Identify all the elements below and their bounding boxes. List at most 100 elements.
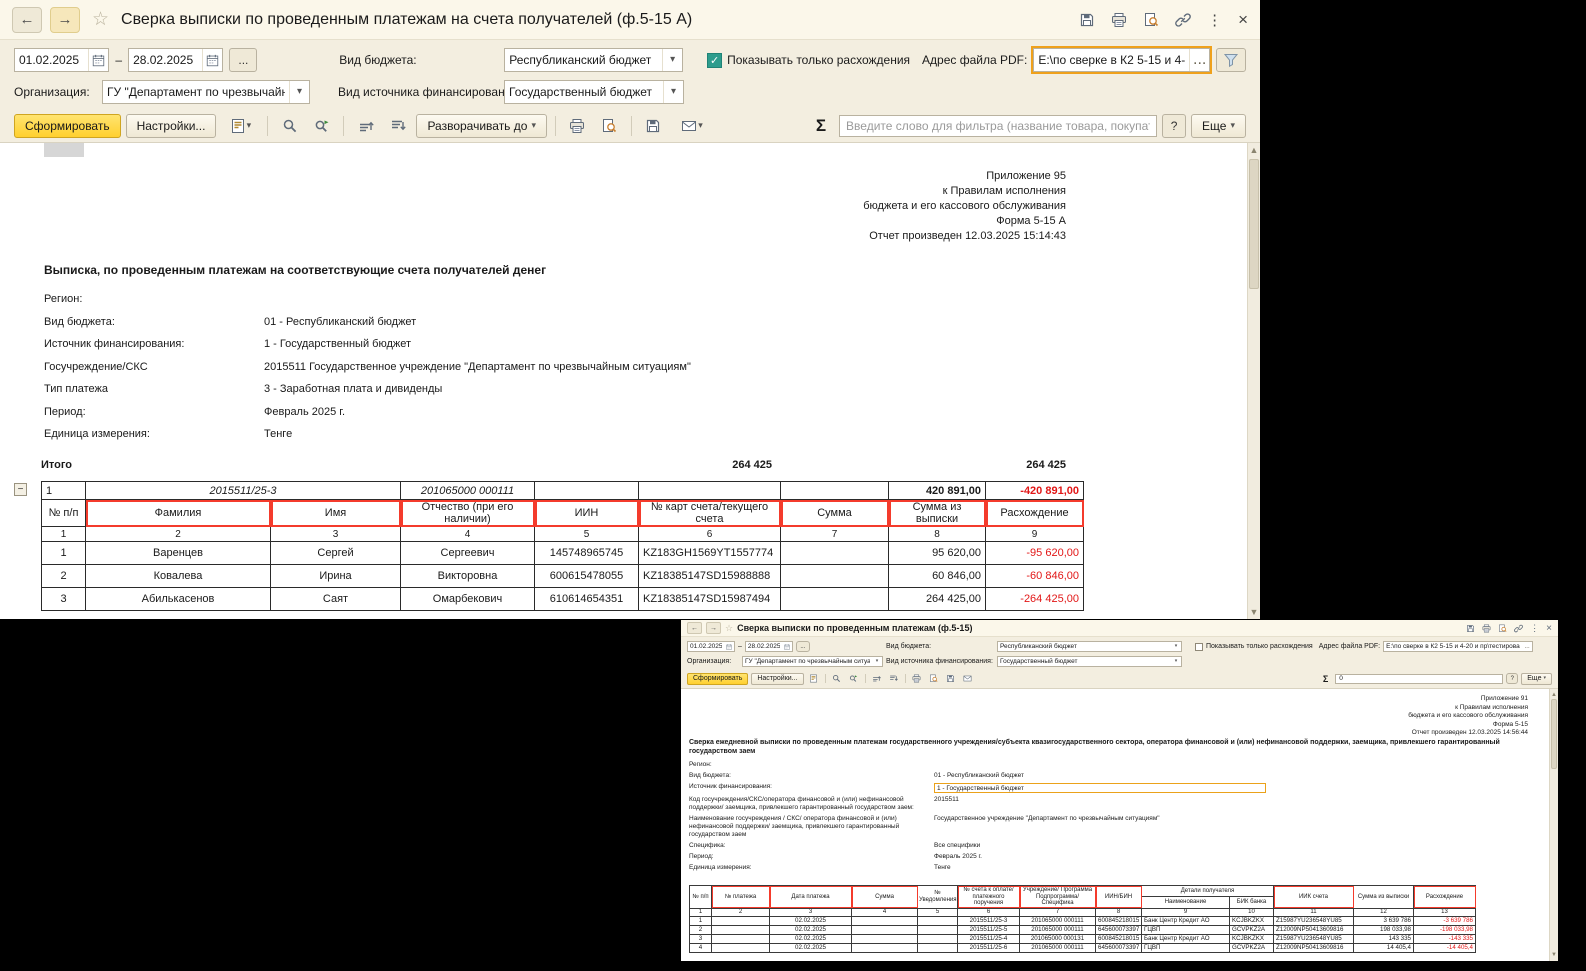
date-to-field[interactable] (745, 641, 793, 652)
close-window-button[interactable]: × (1546, 623, 1552, 634)
preview-button[interactable] (1143, 12, 1159, 28)
pdf-browse-button[interactable]: ... (1522, 642, 1532, 651)
organization-field[interactable]: ▾ (742, 656, 883, 667)
find-next-button[interactable] (308, 114, 335, 138)
generate-button[interactable]: Сформировать (687, 673, 748, 685)
more-button[interactable]: Еще▾ (1191, 114, 1246, 138)
print-report-button[interactable] (564, 114, 591, 138)
chevron-down-icon[interactable]: ▾ (289, 81, 309, 103)
only-differences-checkbox[interactable]: Показывать только расхождения (1195, 643, 1313, 651)
group-row[interactable]: 1 2015511/25-3 201065000 000111 420 891,… (42, 482, 1084, 500)
save-report-button[interactable] (944, 673, 958, 685)
more-button[interactable]: Еще▾ (1521, 673, 1552, 685)
table-row[interactable]: 2КовалеваИринаВикторовна600615478055KZ18… (42, 565, 1084, 588)
save-button[interactable] (1466, 624, 1475, 633)
pdf-browse-button[interactable]: ... (1189, 49, 1209, 71)
generate-button[interactable]: Сформировать (14, 114, 121, 138)
forward-button[interactable]: → (706, 622, 721, 634)
date-from-field[interactable] (687, 641, 735, 652)
date-options-button[interactable]: ... (796, 641, 810, 652)
sort-descending-button[interactable] (384, 114, 411, 138)
filter-funnel-button[interactable] (1216, 48, 1246, 72)
scrollbar-thumb[interactable] (1249, 159, 1259, 289)
pdf-path-field[interactable]: ... (1033, 48, 1210, 72)
date-to-input[interactable] (746, 643, 782, 650)
pdf-path-input[interactable] (1034, 53, 1189, 67)
filter-search-input[interactable] (839, 115, 1157, 137)
favorites-star-icon[interactable]: ☆ (92, 8, 109, 31)
help-button[interactable]: ? (1162, 114, 1186, 138)
send-email-button[interactable]: ▾ (672, 114, 712, 138)
table-row[interactable]: 1ВаренцевСергейСергеевич145748965745KZ18… (42, 542, 1084, 565)
chevron-down-icon[interactable]: ▾ (1171, 642, 1181, 651)
scroll-down-icon[interactable]: ▼ (1248, 608, 1260, 617)
get-link-button[interactable] (1514, 624, 1523, 633)
close-window-button[interactable]: × (1238, 10, 1248, 30)
vertical-scrollbar[interactable]: ▲ ▼ (1549, 689, 1558, 961)
scroll-up-icon[interactable]: ▲ (1248, 146, 1260, 155)
back-button[interactable]: ← (12, 7, 42, 33)
pdf-path-field[interactable]: ... (1383, 641, 1533, 652)
scroll-up-icon[interactable]: ▲ (1550, 692, 1558, 698)
table-row[interactable]: 3АбилькасеновСаятОмарбекович610614654351… (42, 588, 1084, 611)
selected-cell-highlight[interactable]: 1 - Государственный бюджет (934, 783, 1266, 793)
calendar-icon[interactable] (202, 49, 222, 71)
chevron-down-icon[interactable]: ▾ (663, 81, 683, 103)
chevron-down-icon[interactable]: ▾ (662, 49, 682, 71)
date-to-input[interactable] (129, 53, 202, 67)
more-vertical-button[interactable]: ⋮ (1207, 11, 1222, 29)
source-type-field[interactable]: ▾ (504, 80, 684, 104)
organization-input[interactable] (743, 658, 872, 665)
favorites-star-icon[interactable]: ☆ (725, 623, 733, 634)
chevron-down-icon[interactable]: ▾ (872, 657, 882, 666)
collapse-group-button[interactable]: − (14, 483, 27, 496)
sum-result-input[interactable] (1335, 674, 1503, 684)
source-type-input[interactable] (998, 658, 1171, 665)
sort-ascending-button[interactable] (870, 673, 884, 685)
checkbox-unchecked-icon[interactable] (1195, 643, 1203, 651)
send-email-button[interactable] (961, 673, 975, 685)
only-differences-checkbox[interactable]: ✓ Показывать только расхождения (707, 53, 910, 68)
more-vertical-button[interactable]: ⋮ (1530, 623, 1539, 634)
date-to-field[interactable] (128, 48, 223, 72)
sort-ascending-button[interactable] (352, 114, 379, 138)
get-link-button[interactable] (1175, 12, 1191, 28)
back-button[interactable]: ← (687, 622, 702, 634)
table-row[interactable]: 302.02.20252015511/25-4201065000 0001316… (690, 934, 1476, 943)
budget-type-input[interactable] (505, 53, 662, 67)
scroll-down-icon[interactable]: ▼ (1550, 952, 1558, 958)
table-row[interactable]: 202.02.20252015511/25-5201065000 0001116… (690, 925, 1476, 934)
budget-type-input[interactable] (998, 643, 1171, 650)
print-preview-button[interactable] (596, 114, 623, 138)
settings-button[interactable]: Настройки... (751, 673, 803, 685)
save-button[interactable] (1079, 12, 1095, 28)
organization-field[interactable]: ▾ (102, 80, 310, 104)
report-variants-button[interactable] (807, 673, 821, 685)
table-row[interactable]: 402.02.20252015511/25-6201065000 0001116… (690, 943, 1476, 952)
budget-type-field[interactable]: ▾ (997, 641, 1182, 652)
preview-button[interactable] (1498, 624, 1507, 633)
date-from-field[interactable] (14, 48, 109, 72)
help-button[interactable]: ? (1506, 673, 1518, 684)
settings-button[interactable]: Настройки... (126, 114, 217, 138)
sum-sigma-icon[interactable]: Σ (1323, 674, 1328, 684)
calendar-icon[interactable] (782, 642, 792, 651)
report-variants-button[interactable]: ▾ (221, 114, 259, 138)
expand-to-button[interactable]: Разворачивать до▾ (416, 114, 547, 138)
print-button[interactable] (1111, 12, 1127, 28)
sort-descending-button[interactable] (887, 673, 901, 685)
find-button[interactable] (276, 114, 303, 138)
organization-input[interactable] (103, 85, 289, 99)
table-row[interactable]: 102.02.20252015511/25-3201065000 0001116… (690, 916, 1476, 925)
checkbox-checked-icon[interactable]: ✓ (707, 53, 722, 68)
sum-sigma-icon[interactable]: Σ (816, 116, 826, 136)
find-next-button[interactable] (847, 673, 861, 685)
date-from-input[interactable] (688, 643, 724, 650)
print-report-button[interactable] (910, 673, 924, 685)
save-report-button[interactable] (640, 114, 667, 138)
date-from-input[interactable] (15, 53, 88, 67)
date-options-button[interactable]: ... (229, 48, 257, 72)
print-button[interactable] (1482, 624, 1491, 633)
chevron-down-icon[interactable]: ▾ (1171, 657, 1181, 666)
budget-type-field[interactable]: ▾ (504, 48, 683, 72)
